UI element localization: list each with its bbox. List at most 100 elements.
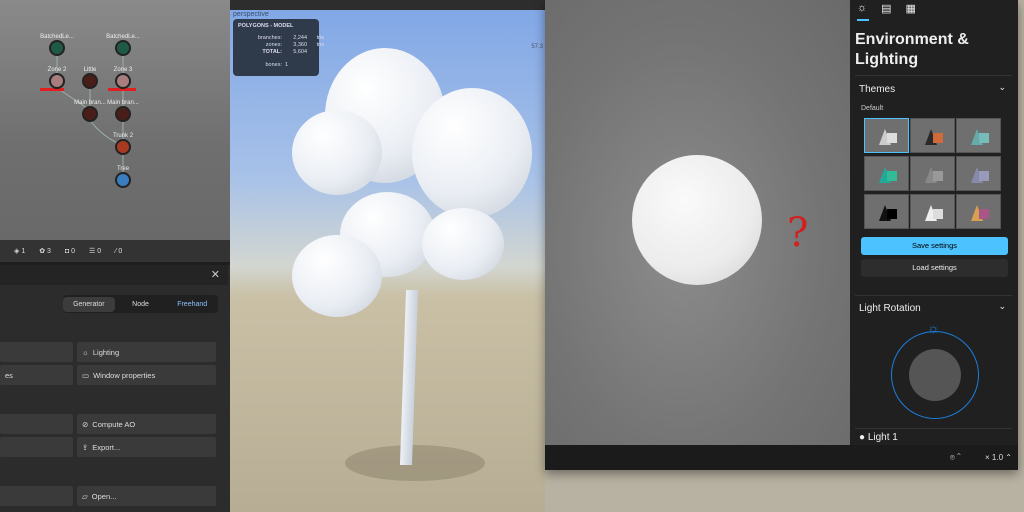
light-rotation-header[interactable]: Light Rotation [859, 303, 921, 314]
camera-mode-icon[interactable]: ⌾ ⌃ [950, 453, 961, 463]
node-tree[interactable] [115, 172, 131, 188]
panel-button[interactable] [0, 437, 73, 457]
window-properties-button[interactable]: ▭ Window properties [77, 365, 216, 385]
theme-group-label: Default [861, 105, 884, 112]
sun-icon: ☼ [82, 347, 89, 357]
ao-icon: ⊘ [82, 419, 89, 429]
preview-viewport[interactable]: ? [545, 0, 850, 445]
handwritten-annotation: ? [787, 210, 809, 256]
node-zone[interactable] [115, 73, 131, 89]
panel-button[interactable] [0, 414, 73, 434]
stat-unit: tris [316, 35, 324, 41]
foliage-ball [422, 208, 504, 280]
mode-selector: Generator Node Freehand [63, 295, 218, 313]
tree-trunk [399, 290, 419, 465]
node-branch[interactable] [82, 106, 98, 122]
layers-icon: ☰ 0 [89, 248, 102, 255]
tree-shadow [345, 445, 485, 481]
status-bar: ⌾ ⌃ × 1.0 ⌃ [545, 445, 1018, 470]
stat-label: TOTAL: [262, 49, 282, 55]
theme-thumbnail[interactable] [864, 156, 909, 191]
grid-tab-icon[interactable]: ▦ [906, 2, 916, 15]
stat-value: 5,604 [293, 49, 307, 55]
button-label: Compute AO [92, 419, 136, 429]
button-label: Open... [91, 491, 117, 501]
save-settings-button[interactable]: Save settings [861, 237, 1008, 255]
node-batched-leaves[interactable] [49, 40, 65, 56]
theme-thumbnail[interactable] [956, 118, 1001, 153]
window-icon: ▭ [82, 370, 90, 380]
button-label: Lighting [92, 347, 120, 357]
sun-tab-icon[interactable]: ☼ [857, 2, 867, 15]
mode-freehand[interactable]: Freehand [166, 297, 218, 312]
folder-icon: ▱ [82, 491, 88, 501]
stat-label: zones: [265, 42, 282, 48]
mode-node[interactable]: Node [115, 297, 167, 312]
node-branch[interactable] [82, 73, 98, 89]
panel-header: ✕ [0, 265, 228, 285]
theme-thumbnail[interactable] [864, 194, 909, 229]
bone-icon: ⁄ 0 [115, 247, 123, 255]
button-label: Export... [92, 442, 121, 452]
stat-value: 0 [71, 247, 76, 255]
divider [855, 295, 1012, 296]
zoom-level[interactable]: × 1.0 ⌃ [985, 453, 1012, 462]
stat-value: 1 [285, 62, 289, 68]
stat-value: 1 [21, 248, 26, 255]
open-button[interactable]: ▱ Open... [77, 486, 216, 506]
preview-sphere [632, 155, 762, 285]
node-batched-leaves[interactable] [115, 40, 131, 56]
lighting-button[interactable]: ☼ Lighting [77, 342, 216, 362]
node-trunk[interactable] [115, 139, 131, 155]
light-direction-sun-icon[interactable]: ☼ [927, 320, 940, 336]
stats-bar: ◈ 1 ✿ 3 ◘ 0 ☰ 0 ⁄ 0 [0, 240, 230, 262]
stat-value: 3,360 [293, 42, 307, 48]
export-icon: ⇪ [82, 442, 89, 452]
panel-button[interactable] [0, 486, 73, 506]
tool-panel: ✕ Generator Node Freehand ☼ Lighting es ▭… [0, 262, 230, 512]
node-zone[interactable] [49, 73, 65, 89]
stat-unit: tris [316, 42, 324, 48]
panel-button[interactable] [0, 342, 73, 362]
light-1-header[interactable]: ● Light 1 [859, 432, 898, 444]
theme-thumbnail[interactable] [910, 156, 955, 191]
theme-thumbnail[interactable] [956, 156, 1001, 191]
ruler-value: 57.3 [531, 44, 543, 50]
camera-icon: ◘ 0 [64, 247, 76, 255]
button-label: es [5, 370, 13, 380]
environment-window: ? ☼ ▤ ▦ Environment & Lighting Themes ⌄ De… [545, 0, 1018, 470]
themes-header[interactable]: Themes [859, 84, 895, 95]
export-button[interactable]: ⇪ Export... [77, 437, 216, 457]
theme-thumbnail[interactable] [910, 118, 955, 153]
material-icon: ✿ 3 [39, 248, 51, 255]
theme-thumbnail[interactable] [956, 194, 1001, 229]
theme-thumbnail[interactable] [864, 118, 909, 153]
active-tab-indicator [857, 19, 869, 21]
stat-value: 0 [97, 248, 102, 255]
stats-title: POLYGONS - MODEL [238, 23, 294, 29]
compute-ao-button[interactable]: ⊘ Compute AO [77, 414, 216, 434]
viewport-toolbar [230, 0, 545, 10]
button-label: Window properties [93, 370, 156, 380]
theme-thumbnail[interactable] [910, 194, 955, 229]
node-graph[interactable]: BatchedLe... BatchedLe... Zone 2 Little … [0, 0, 230, 240]
load-settings-button[interactable]: Load settings [861, 259, 1008, 277]
stat-value: 2,244 [293, 35, 307, 41]
image-tab-icon[interactable]: ▤ [881, 2, 891, 15]
mode-generator[interactable]: Generator [63, 296, 115, 312]
polygon-stats: POLYGONS - MODEL branches: 2,244 tris zone… [233, 19, 324, 76]
divider [855, 428, 1012, 429]
divider [855, 75, 1012, 76]
3d-viewport[interactable]: perspective 57.3 POLYGONS - MODEL branch… [230, 0, 545, 512]
light-label: Light 1 [867, 432, 898, 443]
zoom-value: × 1.0 [985, 453, 1004, 462]
panel-button[interactable]: es [0, 365, 73, 385]
dial-center [909, 349, 961, 401]
stat-value: 3 [47, 248, 51, 255]
stat-value: 0 [118, 247, 123, 255]
chevron-down-icon[interactable]: ⌄ [998, 82, 1006, 93]
close-icon[interactable]: ✕ [211, 268, 220, 281]
node-branch[interactable] [115, 106, 131, 122]
view-mode-label: perspective [233, 11, 269, 18]
chevron-down-icon[interactable]: ⌄ [998, 301, 1006, 312]
